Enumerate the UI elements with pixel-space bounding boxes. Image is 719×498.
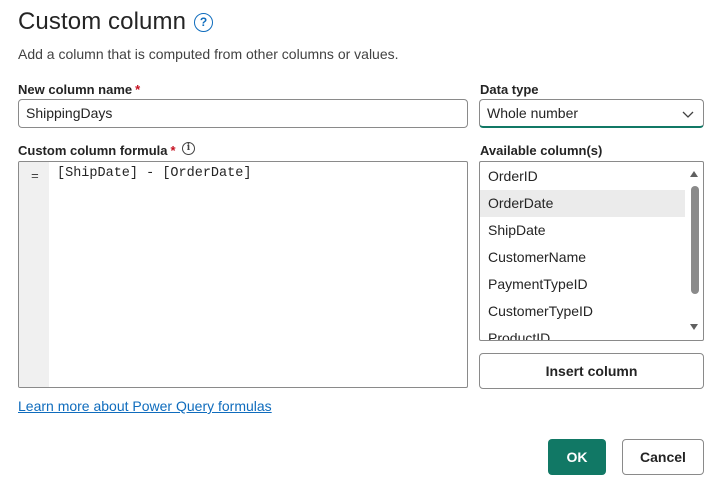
learn-more-link[interactable]: Learn more about Power Query formulas: [18, 398, 272, 414]
dialog-title: Custom column: [18, 8, 187, 35]
formula-label-text: Custom column formula: [18, 143, 168, 158]
cancel-button[interactable]: Cancel: [622, 439, 704, 475]
required-marker: *: [135, 82, 141, 97]
formula-gutter: [19, 162, 49, 387]
ok-button[interactable]: OK: [548, 439, 606, 475]
new-column-name-label-text: New column name: [18, 82, 133, 97]
column-list-item[interactable]: OrderID: [480, 163, 685, 190]
equals-symbol: =: [31, 169, 39, 184]
column-list: OrderID OrderDate ShipDate CustomerName Paym…: [480, 163, 685, 340]
column-list-item[interactable]: ProductID: [480, 325, 685, 340]
insert-column-button[interactable]: Insert column: [479, 353, 704, 389]
scroll-thumb[interactable]: [691, 186, 699, 294]
column-list-item[interactable]: CustomerTypeID: [480, 298, 685, 325]
available-columns-label: Available column(s): [480, 143, 603, 158]
question-circle-icon[interactable]: ?: [194, 13, 213, 32]
column-list-item[interactable]: CustomerName: [480, 244, 685, 271]
scrollbar[interactable]: [687, 162, 703, 340]
column-list-item[interactable]: PaymentTypeID: [480, 271, 685, 298]
data-type-value: Whole number: [487, 105, 579, 121]
formula-label: Custom column formula *: [18, 143, 176, 158]
available-columns-list[interactable]: OrderID OrderDate ShipDate CustomerName Paym…: [479, 161, 704, 341]
scroll-down-arrow-icon[interactable]: [690, 324, 698, 330]
info-icon[interactable]: i: [182, 142, 195, 155]
formula-text[interactable]: [ShipDate] - [OrderDate]: [57, 166, 251, 181]
required-marker: *: [170, 143, 176, 158]
column-list-item[interactable]: ShipDate: [480, 217, 685, 244]
formula-editor[interactable]: = [ShipDate] - [OrderDate]: [18, 161, 468, 388]
dialog-subtitle: Add a column that is computed from other…: [18, 46, 399, 62]
new-column-name-label: New column name *: [18, 82, 140, 97]
new-column-name-input[interactable]: ShippingDays: [18, 99, 468, 128]
data-type-select[interactable]: Whole number: [479, 99, 704, 128]
data-type-label: Data type: [480, 82, 539, 97]
scroll-up-arrow-icon[interactable]: [690, 171, 698, 177]
chevron-down-icon: [682, 111, 694, 118]
column-list-item[interactable]: OrderDate: [480, 190, 685, 217]
